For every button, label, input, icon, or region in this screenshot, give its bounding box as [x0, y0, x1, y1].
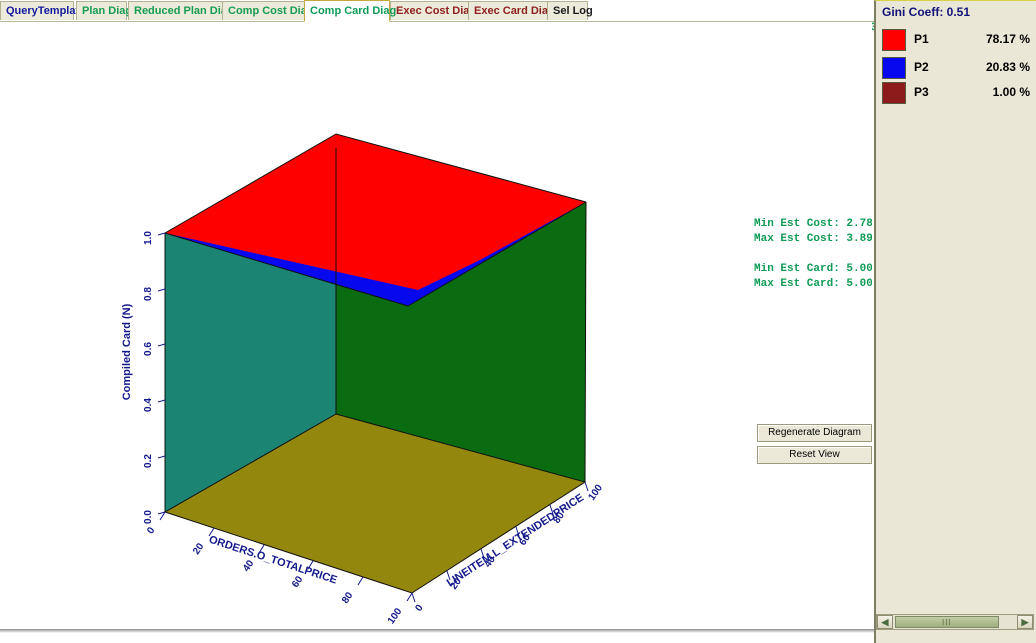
legend-name-p2: P2	[914, 60, 929, 74]
z-axis-tick-labels: 0.0 0.2 0.4 0.6 0.8 1.0	[143, 231, 154, 524]
tab-label: QueryTemplate	[6, 5, 86, 17]
legend-name-p3: P3	[914, 85, 929, 99]
z-tick-0: 0.0	[143, 510, 154, 524]
legend-value-p2: 20.83 %	[985, 60, 1030, 74]
tab-label: Exec Card Diag	[474, 5, 555, 17]
y-tick-0: 0	[413, 602, 425, 613]
tab-label: Comp Card Diag	[310, 5, 397, 17]
max-est-card: Max Est Card: 5.00E0	[754, 278, 872, 290]
tab-comp-card-diag[interactable]: Comp Card Diag	[304, 0, 396, 22]
tab-exec-cost-diag[interactable]: Exec Cost Diag	[390, 1, 476, 20]
x-tick-5: 100	[386, 606, 405, 626]
z-tick-4: 0.8	[143, 287, 154, 301]
x-tick-1: 20	[191, 541, 207, 557]
z-tick-3: 0.6	[143, 342, 154, 356]
legend-row-p3[interactable]: P3 1.00 %	[882, 82, 1032, 106]
regenerate-diagram-button[interactable]: Regenerate Diagram	[757, 424, 872, 442]
tab-comp-cost-diag[interactable]: Comp Cost Diag	[222, 1, 314, 20]
horizontal-scrollbar[interactable]: ◀ III ▶	[876, 614, 1034, 630]
scroll-left-arrow-icon[interactable]: ◀	[877, 615, 893, 629]
tab-querytemplate[interactable]: QueryTemplate	[0, 1, 85, 20]
gini-coefficient-label: Gini Coeff: 0.51	[882, 5, 971, 19]
x-tick-0: 0	[145, 525, 157, 536]
x-tick-4: 80	[340, 590, 356, 606]
tab-label: Reduced Plan Diag	[134, 5, 234, 17]
scrollbar-thumb[interactable]: III	[895, 616, 999, 628]
tab-plan-diag[interactable]: Plan Diag	[76, 1, 132, 20]
y-tick-5: 100	[586, 482, 605, 502]
tab-label: Sel Log	[553, 5, 593, 17]
tab-sel-log[interactable]: Sel Log	[547, 1, 593, 20]
tab-label: Comp Cost Diag	[228, 5, 314, 17]
tab-label: Plan Diag	[82, 5, 133, 17]
legend-row-p1[interactable]: P1 78.17 %	[882, 29, 1032, 53]
diagram-canvas[interactable]: 0.0 0.2 0.4 0.6 0.8 1.0 Compiled Card (N…	[0, 22, 872, 629]
tab-label: Exec Cost Diag	[396, 5, 477, 17]
legend-swatch-p2	[882, 57, 906, 79]
scrollbar-grip-icon: III	[942, 618, 952, 627]
z-axis-title: Compiled Card (N)	[121, 303, 133, 400]
reset-view-button[interactable]: Reset View	[757, 446, 872, 464]
legend-row-p2[interactable]: P2 20.83 %	[882, 57, 1032, 81]
z-tick-5: 1.0	[143, 231, 154, 245]
legend-name-p1: P1	[914, 32, 929, 46]
scroll-right-arrow-icon[interactable]: ▶	[1017, 615, 1033, 629]
legend-swatch-p1	[882, 29, 906, 51]
legend-panel: Gini Coeff: 0.51 P1 78.17 % P2 20.83 % P…	[874, 0, 1036, 643]
tab-reduced-plan-diag[interactable]: Reduced Plan Diag	[128, 1, 234, 20]
min-est-cost: Min Est Cost: 2.78E4	[754, 218, 872, 230]
z-axis-ticks	[157, 232, 166, 515]
z-tick-2: 0.4	[143, 398, 154, 412]
application-window: QueryTemplate Plan Diag Reduced Plan Dia…	[0, 0, 1036, 643]
min-est-card: Min Est Card: 5.00E0	[754, 263, 872, 275]
plot-3d[interactable]: 0.0 0.2 0.4 0.6 0.8 1.0 Compiled Card (N…	[0, 22, 872, 629]
max-est-cost: Max Est Cost: 3.89E4	[754, 233, 872, 245]
legend-swatch-p3	[882, 82, 906, 104]
x-tick-3: 60	[290, 574, 306, 590]
legend-value-p3: 1.00 %	[992, 85, 1030, 99]
z-tick-1: 0.2	[143, 454, 154, 468]
legend-value-p1: 78.17 %	[985, 32, 1030, 46]
tab-exec-card-diag[interactable]: Exec Card Diag	[468, 1, 555, 20]
